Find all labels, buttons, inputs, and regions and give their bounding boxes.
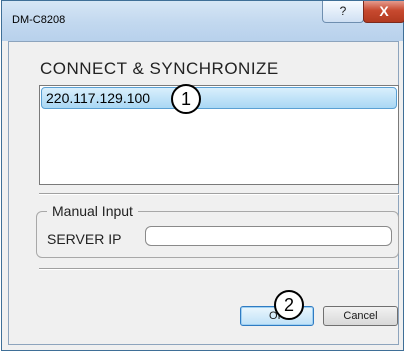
close-button[interactable]: X bbox=[363, 1, 404, 23]
server-listbox[interactable]: 220.117.129.100 bbox=[39, 85, 399, 185]
server-list-item-selected[interactable]: 220.117.129.100 bbox=[41, 87, 397, 109]
cancel-button[interactable]: Cancel bbox=[323, 306, 398, 326]
help-icon: ? bbox=[339, 4, 347, 18]
manual-input-group: Manual Input SERVER IP bbox=[36, 203, 399, 258]
window-title: DM-C8208 bbox=[12, 14, 66, 26]
callout-marker-2: 2 bbox=[274, 290, 304, 320]
server-ip-input[interactable] bbox=[145, 226, 392, 246]
separator-bottom bbox=[39, 268, 399, 270]
help-button[interactable]: ? bbox=[322, 1, 364, 23]
server-ip-label: SERVER IP bbox=[47, 231, 122, 247]
title-bar[interactable]: DM-C8208 ? X bbox=[2, 1, 404, 41]
separator-top bbox=[39, 193, 399, 195]
callout-marker-1: 1 bbox=[171, 84, 201, 114]
server-list-item-label: 220.117.129.100 bbox=[46, 90, 151, 106]
manual-input-legend: Manual Input bbox=[47, 203, 138, 219]
dialog-heading: CONNECT & SYNCHRONIZE bbox=[40, 59, 279, 78]
close-icon: X bbox=[379, 3, 389, 19]
